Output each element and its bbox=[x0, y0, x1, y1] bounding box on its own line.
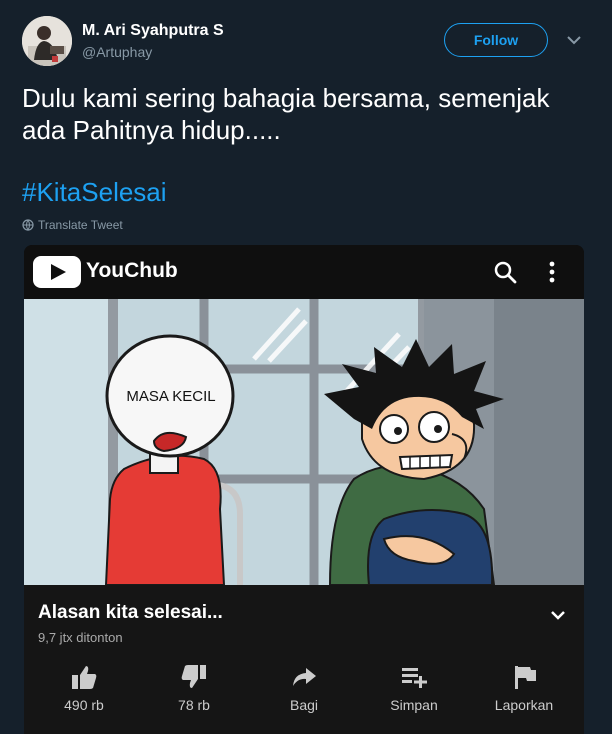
follow-button[interactable]: Follow bbox=[444, 23, 548, 57]
dislike-button[interactable]: 78 rb bbox=[139, 655, 249, 731]
tweet-header: M. Ari Syahputra S @Artuphay Follow bbox=[0, 0, 612, 80]
dislike-count: 78 rb bbox=[178, 697, 210, 713]
share-label: Bagi bbox=[289, 697, 319, 713]
report-label: Laporkan bbox=[494, 697, 554, 713]
play-icon bbox=[51, 264, 66, 280]
author-handle[interactable]: @Artuphay bbox=[82, 44, 152, 60]
video-info-panel: Alasan kita selesai... 9,7 jtx ditonton … bbox=[24, 585, 584, 734]
avatar[interactable] bbox=[22, 16, 72, 66]
more-options-icon[interactable] bbox=[542, 260, 562, 284]
view-count: 9,7 jtx ditonton bbox=[38, 630, 123, 645]
thumbs-up-icon bbox=[72, 666, 97, 689]
hashtag-link[interactable]: #KitaSelesai bbox=[22, 177, 167, 208]
tweet-text: Dulu kami sering bahagia bersama, semenj… bbox=[22, 82, 592, 146]
tweet-text-line: Dulu kami sering bahagia bersama, semenj… bbox=[22, 83, 550, 113]
globe-icon bbox=[22, 219, 34, 231]
embedded-video-card[interactable]: YouChub MASA KECIL Alasan kita selesai..… bbox=[24, 245, 584, 734]
save-label: Simpan bbox=[390, 697, 438, 713]
thumbnail-caption: MASA KECIL bbox=[126, 388, 216, 405]
tweet-text-line: ada Pahitnya hidup..... bbox=[22, 115, 281, 145]
author-name[interactable]: M. Ari Syahputra S bbox=[82, 22, 224, 40]
translate-label: Translate Tweet bbox=[38, 218, 123, 232]
playlist-add-icon bbox=[402, 668, 427, 688]
thumbs-down-icon bbox=[181, 665, 206, 688]
video-actions: 490 rb 78 rb Bagi Simpan Laporkan bbox=[24, 655, 584, 731]
save-button[interactable]: Simpan bbox=[359, 655, 469, 731]
app-name: YouChub bbox=[86, 259, 178, 282]
share-button[interactable]: Bagi bbox=[249, 655, 359, 731]
like-button[interactable]: 490 rb bbox=[29, 655, 139, 731]
app-logo bbox=[33, 256, 81, 288]
share-icon bbox=[293, 668, 316, 686]
chevron-down-icon[interactable] bbox=[566, 34, 582, 46]
search-icon[interactable] bbox=[493, 260, 517, 284]
translate-tweet-link[interactable]: Translate Tweet bbox=[22, 218, 123, 232]
flag-icon bbox=[515, 666, 536, 689]
video-title[interactable]: Alasan kita selesai... bbox=[38, 602, 223, 624]
app-top-bar: YouChub bbox=[24, 245, 584, 299]
like-count: 490 rb bbox=[64, 697, 104, 713]
expand-chevron-icon[interactable] bbox=[550, 609, 566, 621]
video-thumbnail[interactable]: MASA KECIL bbox=[24, 299, 584, 586]
report-button[interactable]: Laporkan bbox=[469, 655, 579, 731]
